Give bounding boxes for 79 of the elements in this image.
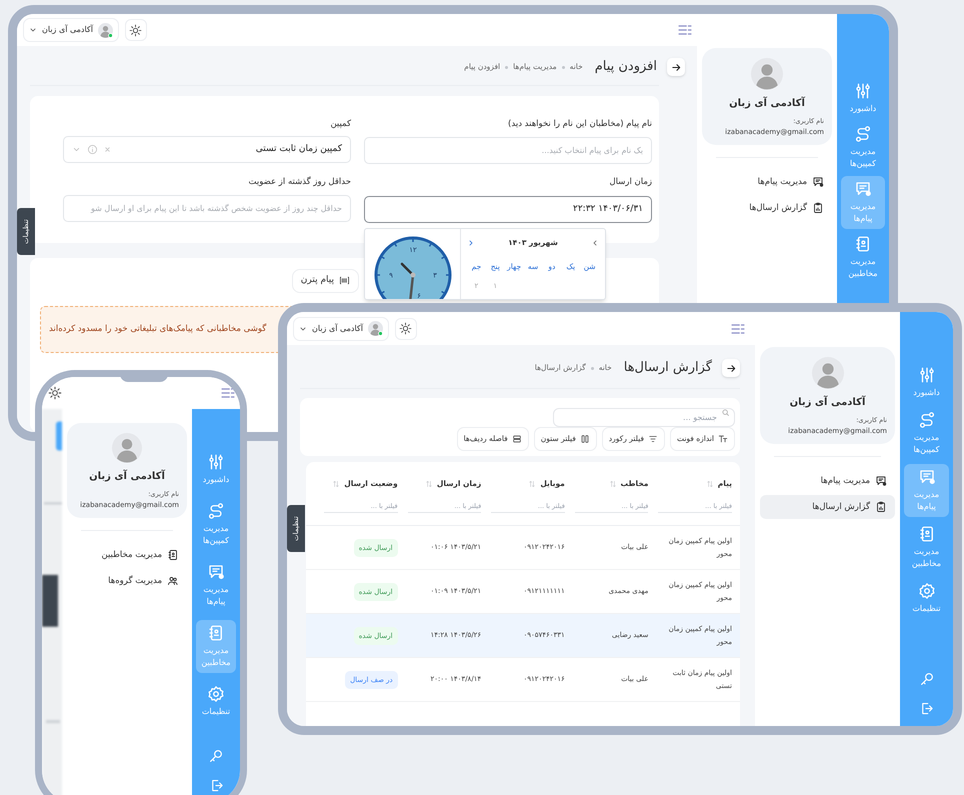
- avatar-icon: [812, 357, 844, 389]
- users-icon: [167, 575, 179, 588]
- text-size-icon: [718, 434, 728, 444]
- user-menu-button[interactable]: آکادمی آی زبان: [23, 18, 119, 42]
- alert-text: گوشی مخاطبانی که پیامک‌های تبلیغاتی خود را مسدود کرده‌اند: [49, 322, 266, 336]
- sort-icon[interactable]: [424, 480, 433, 488]
- avatar-icon: [751, 58, 783, 90]
- field-label: حداقل روز گذشته از عضویت: [248, 176, 351, 188]
- page-title: افزودن پیام: [594, 58, 657, 76]
- message-icon: [875, 475, 887, 488]
- sun-icon: [399, 322, 412, 335]
- avatar-icon: [98, 22, 113, 38]
- submenu-item[interactable]: مدیریت مخاطبین: [67, 543, 187, 568]
- chevron-down-icon[interactable]: [72, 145, 81, 154]
- route-icon: [918, 411, 936, 429]
- caret-icon: [299, 324, 307, 332]
- back-button[interactable]: [722, 359, 740, 377]
- previous-month-icon[interactable]: [590, 238, 599, 247]
- contacts-icon: [207, 624, 225, 642]
- submenu-item[interactable]: مدیریت گروه‌ها: [67, 569, 187, 594]
- campaign-select[interactable]: کمپین زمان ثابت تستی: [63, 136, 351, 163]
- theme-toggle-button[interactable]: [394, 318, 417, 340]
- field-label: زمان ارسال: [608, 176, 652, 188]
- message-icon: [812, 176, 824, 188]
- page-title: گزارش ارسال‌ها: [624, 358, 712, 378]
- sort-icon[interactable]: [608, 480, 617, 488]
- profile-name: آکادمی آی زبان: [89, 469, 165, 484]
- field-label: کمپین: [329, 118, 351, 130]
- arrow-icon: [726, 362, 736, 374]
- search-field[interactable]: جستجو ...: [553, 408, 735, 427]
- settings-icon: [207, 685, 225, 703]
- clear-icon[interactable]: [104, 146, 111, 153]
- arrow-icon: [670, 62, 682, 72]
- key-icon[interactable]: [918, 671, 934, 687]
- barcode-icon: [339, 275, 350, 286]
- clipboard-icon: [812, 202, 824, 214]
- route-icon: [854, 125, 872, 143]
- search-icon: [721, 408, 730, 417]
- sliders-icon: [918, 366, 936, 384]
- submenu-item[interactable]: گزارش ارسال‌ها: [702, 196, 832, 220]
- settings-icon: [918, 582, 936, 600]
- tab[interactable]: پیام پترن: [292, 268, 359, 292]
- sun-icon: [129, 24, 142, 36]
- message-icon: [207, 563, 225, 581]
- logout-icon[interactable]: [919, 701, 934, 716]
- date-time-field[interactable]: ۱۴۰۳/۰۶/۳۱ ۲۲:۳۲: [364, 196, 652, 222]
- back-button[interactable]: [667, 58, 685, 76]
- columns-icon: [580, 434, 590, 444]
- submenu-item[interactable]: مدیریت پیام‌ها: [702, 170, 832, 194]
- clipboard-icon: [875, 501, 887, 514]
- submenu-item[interactable]: گزارش ارسال‌ها: [760, 495, 895, 520]
- message-icon: [854, 180, 872, 198]
- sort-icon[interactable]: [528, 480, 536, 488]
- contacts-icon: [854, 235, 872, 253]
- avatar-icon: [112, 433, 142, 463]
- profile-name: آکادمی آی زبان: [729, 96, 805, 111]
- route-icon: [207, 502, 225, 520]
- rows-icon: [512, 434, 522, 444]
- key-icon[interactable]: [208, 748, 224, 764]
- contacts-icon: [918, 525, 936, 543]
- input-field[interactable]: حداقل چند روز از عضویت شخص گذشته باشد تا این پیام برای او ارسال شو: [63, 195, 351, 222]
- info-icon: [87, 144, 98, 155]
- sliders-icon: [854, 82, 872, 100]
- message-icon: [918, 468, 936, 486]
- input-field[interactable]: یک نام برای پیام انتخاب کنید...: [364, 137, 652, 164]
- theme-toggle-button[interactable]: [124, 19, 147, 41]
- profile-name: آکادمی آی زبان: [790, 395, 866, 410]
- sort-icon[interactable]: [332, 480, 340, 488]
- avatar-icon: [368, 321, 383, 336]
- filter-icon: [648, 434, 658, 444]
- caret-icon: [29, 26, 37, 34]
- field-label: نام پیام (مخاطبان این نام را نخواهند دید): [507, 118, 652, 130]
- contacts-icon: [167, 549, 179, 562]
- submenu-item[interactable]: مدیریت پیام‌ها: [760, 469, 895, 494]
- next-month-icon[interactable]: [467, 238, 475, 247]
- sliders-icon: [207, 453, 225, 471]
- theme-toggle-icon[interactable]: [48, 386, 62, 400]
- user-menu-button[interactable]: آکادمی آی زبان: [293, 316, 389, 340]
- sort-icon[interactable]: [706, 480, 714, 488]
